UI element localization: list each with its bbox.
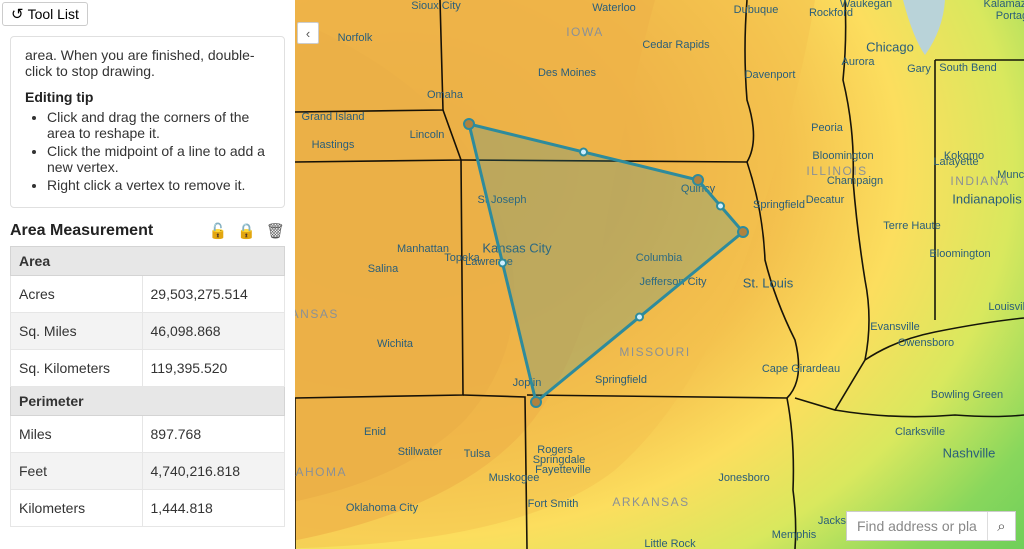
undo-icon: ↺ — [11, 7, 24, 22]
table-row: Feet4,740,216.818 — [11, 453, 285, 490]
tips-intro: area. When you are finished, double-clic… — [25, 47, 270, 79]
sidebar-scroll[interactable]: area. When you are finished, double-clic… — [0, 30, 295, 549]
table-row: Sq. Kilometers119,395.520 — [11, 350, 285, 387]
tool-list-label: Tool List — [28, 6, 79, 22]
search-icon: ⌕ — [997, 518, 1005, 535]
map-canvas[interactable] — [295, 0, 1024, 549]
area-section-header: Area — [11, 247, 285, 276]
trash-icon[interactable]: 🗑 — [266, 222, 285, 240]
search-box[interactable]: ⌕ — [846, 511, 1016, 541]
tip-bullet: Right click a vertex to remove it. — [47, 177, 270, 193]
tip-bullet: Click the midpoint of a line to add a ne… — [47, 143, 270, 175]
collapse-sidebar-button[interactable]: ‹ — [297, 22, 319, 44]
table-row: Sq. Miles46,098.868 — [11, 313, 285, 350]
editing-tip-list: Click and drag the corners of the area t… — [25, 109, 270, 193]
search-button[interactable]: ⌕ — [987, 512, 1015, 540]
perimeter-section-header: Perimeter — [11, 387, 285, 416]
lock-icon[interactable]: 🔒 — [237, 222, 256, 240]
table-row: Acres29,503,275.514 — [11, 276, 285, 313]
measurement-table: Area Acres29,503,275.514 Sq. Miles46,098… — [10, 246, 285, 527]
tip-bullet: Click and drag the corners of the area t… — [47, 109, 270, 141]
table-row: Kilometers1,444.818 — [11, 490, 285, 527]
map[interactable]: ‹ — [295, 0, 1024, 549]
tool-list-button[interactable]: ↺ Tool List — [2, 2, 88, 26]
search-input[interactable] — [847, 512, 987, 540]
editing-tip-heading: Editing tip — [25, 89, 93, 105]
table-row: Miles897.768 — [11, 416, 285, 453]
unlock-icon[interactable]: 🔓 — [209, 222, 228, 240]
measurement-title: Area Measurement — [10, 222, 153, 240]
sidebar: ↺ Tool List area. When you are finished,… — [0, 0, 295, 549]
chevron-left-icon: ‹ — [306, 26, 310, 41]
tips-card: area. When you are finished, double-clic… — [10, 36, 285, 208]
